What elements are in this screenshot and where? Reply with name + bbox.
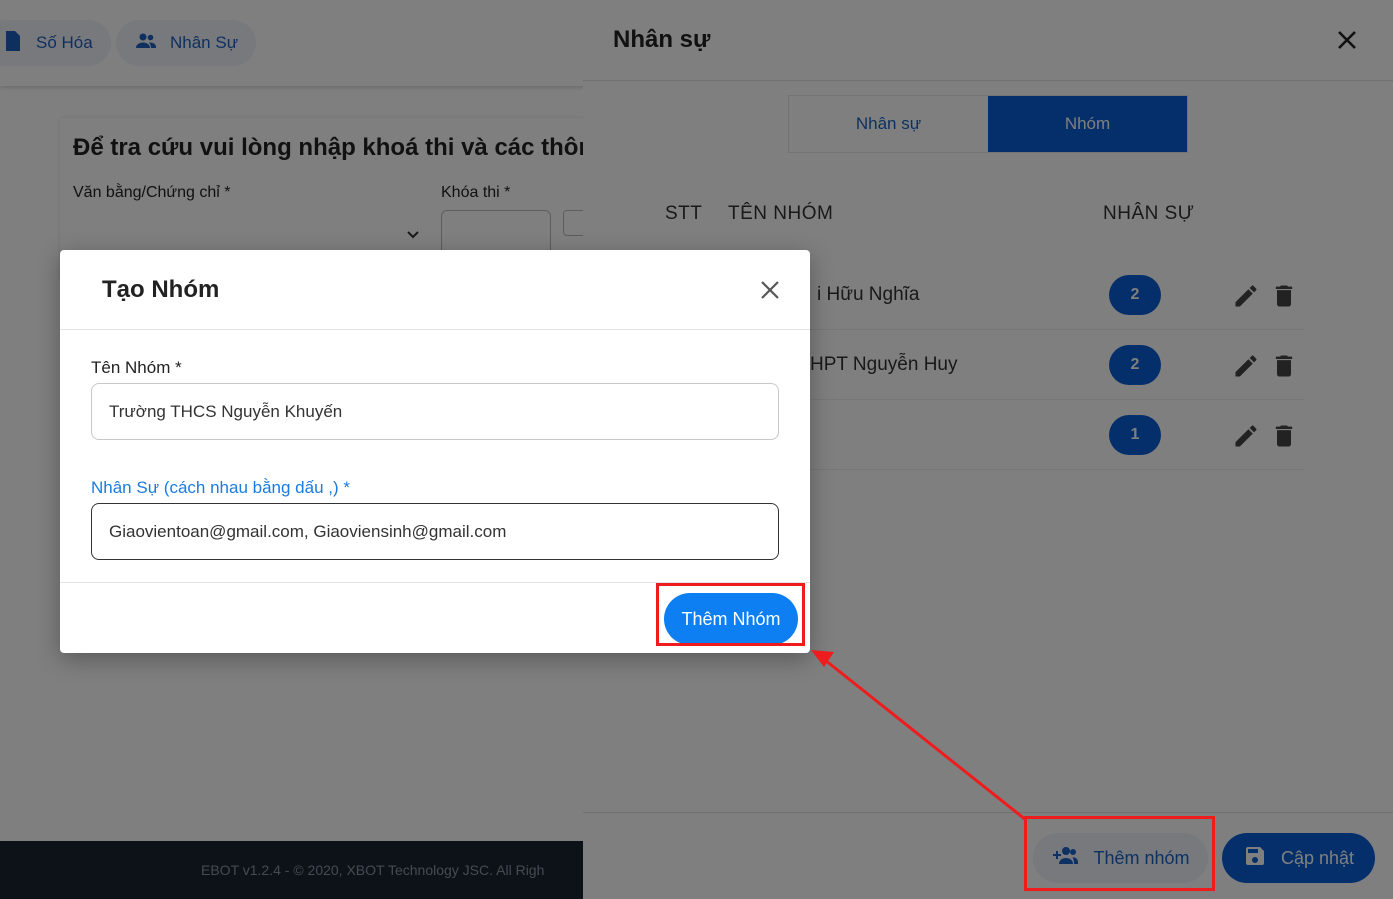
close-icon (1338, 31, 1356, 49)
member-count-badge: 2 (1109, 345, 1161, 385)
add-group-submit-button[interactable]: Thêm Nhóm (664, 593, 798, 645)
group-name-label: Tên Nhóm * (91, 358, 182, 377)
divider (583, 80, 1393, 81)
member-count-badge: 2 (1109, 275, 1161, 315)
tab-nhan-su[interactable]: Nhân sự (789, 96, 988, 152)
modal-title: Tạo Nhóm (102, 276, 220, 303)
close-icon (761, 281, 779, 299)
group-name: i Hữu Nghĩa (817, 284, 920, 305)
column-header-name: TÊN NHÓM (728, 203, 834, 224)
drawer-close-button[interactable] (1331, 24, 1363, 56)
update-label: Cập nhật (1280, 847, 1355, 868)
delete-icon[interactable] (1270, 422, 1298, 450)
edit-icon[interactable] (1232, 282, 1260, 310)
add-people-icon (1051, 842, 1079, 875)
create-group-modal: Tạo Nhóm Tên Nhóm * Nhân Sự (cách nhau b… (60, 250, 810, 653)
member-count-badge: 1 (1109, 415, 1161, 455)
column-header-members: NHÂN SỰ (1103, 203, 1195, 224)
add-group-label: Thêm nhóm (1093, 847, 1190, 868)
members-input[interactable] (91, 503, 779, 560)
edit-icon[interactable] (1232, 352, 1260, 380)
divider (583, 812, 1393, 813)
save-icon (1243, 844, 1267, 873)
tab-nhom[interactable]: Nhóm (988, 96, 1187, 152)
modal-close-button[interactable] (756, 274, 784, 306)
divider (60, 582, 810, 583)
drawer-tabs: Nhân sự Nhóm (788, 95, 1188, 153)
column-header-stt: STT (665, 203, 703, 224)
delete-icon[interactable] (1270, 352, 1298, 380)
modal-header: Tạo Nhóm (60, 250, 810, 330)
add-group-button[interactable]: Thêm nhóm (1033, 833, 1208, 883)
edit-icon[interactable] (1232, 422, 1260, 450)
group-name: HPT Nguyễn Huy (810, 354, 958, 375)
update-button[interactable]: Cập nhật (1222, 833, 1375, 883)
drawer-title: Nhân sự (613, 26, 711, 53)
members-label: Nhân Sự (cách nhau bằng dấu ,) * (91, 478, 350, 497)
delete-icon[interactable] (1270, 282, 1298, 310)
group-name-input[interactable] (91, 383, 779, 440)
